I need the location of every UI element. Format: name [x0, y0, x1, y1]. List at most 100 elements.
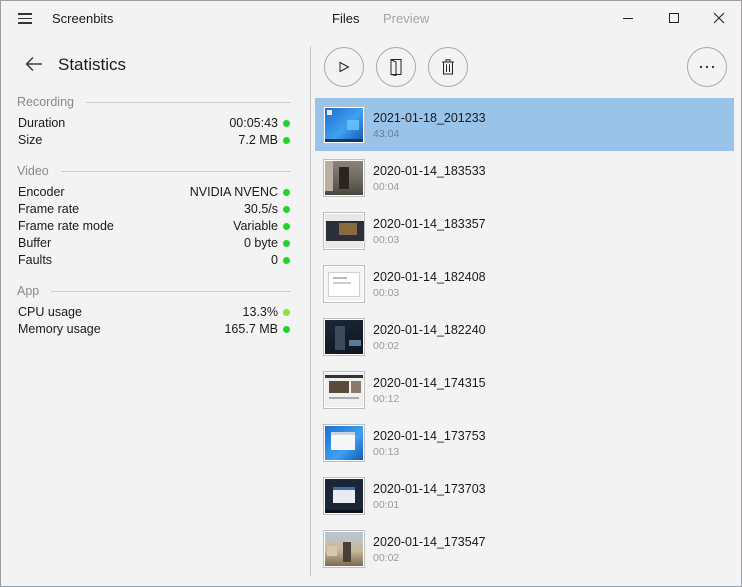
more-options-button[interactable] [687, 47, 727, 87]
file-list-item[interactable]: 2020-01-14_182240 00:02 [315, 310, 734, 363]
more-icon [699, 65, 715, 69]
stat-value: 30.5/s [243, 202, 278, 216]
file-duration: 00:03 [373, 287, 400, 299]
section-title: Video [17, 164, 49, 178]
thumbnail [323, 159, 365, 197]
minimize-button[interactable] [605, 1, 651, 35]
thumbnail [323, 477, 365, 515]
file-list-item[interactable]: 2020-01-14_182408 00:03 [315, 257, 734, 310]
thumbnail [323, 530, 365, 568]
file-duration: 00:02 [373, 340, 400, 352]
file-list-item[interactable]: 2021-01-18_201233 43:04 [315, 98, 734, 151]
stat-value: 13.3% [242, 305, 278, 319]
file-list-item[interactable]: 2020-01-14_173547 00:02 [315, 522, 734, 575]
stat-label: CPU usage [18, 305, 82, 319]
section-divider [51, 291, 291, 292]
thumbnail [323, 265, 365, 303]
minimize-icon [623, 18, 633, 19]
stat-value: 165.7 MB [224, 322, 278, 336]
status-indicator [283, 137, 290, 144]
open-file-button[interactable] [376, 47, 416, 87]
file-list-item[interactable]: 2020-01-14_183533 00:04 [315, 151, 734, 204]
delete-button[interactable] [428, 47, 468, 87]
tab-files[interactable]: Files [332, 11, 359, 26]
section-recording: Recording Duration 00:05:43 Size 7.2 MB [17, 94, 291, 149]
stat-label: Frame rate mode [18, 219, 114, 233]
file-name: 2020-01-14_173753 [373, 429, 486, 443]
title-bar: Screenbits Files Preview [1, 1, 741, 37]
status-indicator [283, 326, 290, 333]
back-arrow-icon [25, 57, 42, 71]
maximize-icon [669, 13, 679, 23]
file-name: 2020-01-14_173703 [373, 482, 486, 496]
stat-label: Buffer [18, 236, 52, 250]
status-indicator [283, 189, 290, 196]
stat-label: Duration [18, 116, 66, 130]
section-divider [85, 102, 291, 103]
tab-preview[interactable]: Preview [383, 11, 429, 26]
stat-value: 0 [271, 253, 278, 267]
file-name: 2020-01-14_183357 [373, 217, 486, 231]
file-list: 2021-01-18_201233 43:04 2020-01-14_18353… [315, 98, 734, 575]
thumbnail [323, 424, 365, 462]
file-list-item[interactable]: 2020-01-14_183357 00:03 [315, 204, 734, 257]
stat-label: Memory usage [18, 322, 101, 336]
file-name: 2021-01-18_201233 [373, 111, 486, 125]
file-name: 2020-01-14_182240 [373, 323, 486, 337]
back-button[interactable] [25, 56, 43, 75]
thumbnail [323, 212, 365, 250]
stat-value: Variable [233, 219, 278, 233]
status-indicator [283, 257, 290, 264]
stat-value: NVIDIA NVENC [189, 185, 278, 199]
file-name: 2020-01-14_174315 [373, 376, 486, 390]
file-name: 2020-01-14_182408 [373, 270, 486, 284]
stat-row-faults: Faults 0 [17, 252, 291, 269]
file-duration: 00:02 [373, 552, 400, 564]
file-duration: 00:12 [373, 393, 400, 405]
section-app: App CPU usage 13.3% Memory usage 165.7 M… [17, 283, 291, 338]
file-list-item[interactable]: 2020-01-14_174315 00:12 [315, 363, 734, 416]
stat-row-cpu-usage: CPU usage 13.3% [17, 304, 291, 321]
stat-label: Encoder [18, 185, 65, 199]
stat-label: Size [18, 133, 43, 147]
panel-divider [310, 46, 311, 576]
file-name: 2020-01-14_173547 [373, 535, 486, 549]
file-name: 2020-01-14_183533 [373, 164, 486, 178]
play-button[interactable] [324, 47, 364, 87]
close-button[interactable] [696, 1, 741, 35]
stat-row-size: Size 7.2 MB [17, 132, 291, 149]
hamburger-icon[interactable] [18, 13, 32, 24]
stat-value: 7.2 MB [238, 133, 278, 147]
file-duration: 00:04 [373, 181, 400, 193]
thumbnail [323, 106, 365, 144]
file-list-item[interactable]: 2020-01-14_173753 00:13 [315, 416, 734, 469]
file-list-item[interactable]: 2020-01-14_173703 00:01 [315, 469, 734, 522]
play-icon [339, 61, 350, 73]
stat-row-duration: Duration 00:05:43 [17, 115, 291, 132]
file-duration: 00:03 [373, 234, 400, 246]
file-duration: 00:01 [373, 499, 400, 511]
thumbnail [323, 318, 365, 356]
maximize-button[interactable] [651, 1, 697, 35]
stat-label: Faults [18, 253, 53, 267]
file-duration: 43:04 [373, 128, 400, 140]
section-title: App [17, 284, 40, 298]
status-indicator [283, 120, 290, 127]
file-duration: 00:13 [373, 446, 400, 458]
thumbnail [323, 371, 365, 409]
stat-row-encoder: Encoder NVIDIA NVENC [17, 184, 291, 201]
section-divider [60, 171, 291, 172]
status-indicator [283, 206, 290, 213]
open-file-icon [390, 59, 402, 76]
app-window: Screenbits Files Preview Statistics Reco… [0, 0, 742, 587]
section-title: Recording [17, 95, 74, 109]
statistics-panel: Statistics Recording Duration 00:05:43 S… [1, 37, 310, 586]
trash-icon [442, 59, 454, 75]
app-title: Screenbits [52, 11, 114, 26]
stat-row-buffer: Buffer 0 byte [17, 235, 291, 252]
stat-row-frame-rate: Frame rate 30.5/s [17, 201, 291, 218]
status-indicator [283, 240, 290, 247]
stat-row-memory-usage: Memory usage 165.7 MB [17, 321, 291, 338]
close-icon [713, 12, 725, 24]
stat-label: Frame rate [18, 202, 80, 216]
